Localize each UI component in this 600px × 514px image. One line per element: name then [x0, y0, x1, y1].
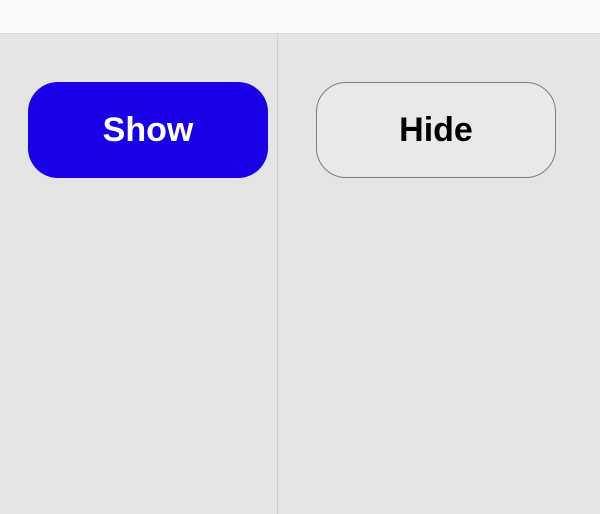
top-bar: [0, 0, 600, 34]
hide-button[interactable]: Hide: [316, 82, 556, 178]
vertical-divider: [277, 34, 278, 514]
show-button[interactable]: Show: [28, 82, 268, 178]
button-row: Show Hide: [0, 34, 600, 226]
